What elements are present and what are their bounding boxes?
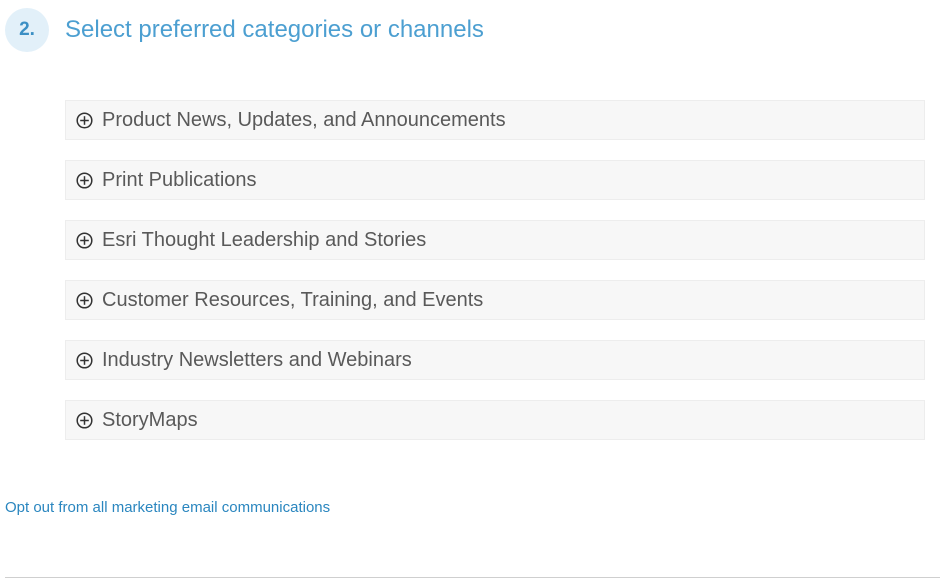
- category-label: Customer Resources, Training, and Events: [102, 288, 484, 311]
- opt-out-link[interactable]: Opt out from all marketing email communi…: [5, 499, 330, 516]
- step-header: 2. Select preferred categories or channe…: [5, 8, 484, 52]
- category-label: Esri Thought Leadership and Stories: [102, 228, 427, 251]
- category-accordion: Product News, Updates, and Announcements…: [65, 100, 925, 460]
- category-item-thought-leadership[interactable]: Esri Thought Leadership and Stories: [65, 220, 925, 260]
- plus-circle-icon: [76, 411, 93, 429]
- category-label: Product News, Updates, and Announcements: [102, 108, 506, 131]
- plus-circle-icon: [76, 291, 93, 309]
- category-item-customer-resources[interactable]: Customer Resources, Training, and Events: [65, 280, 925, 320]
- step-title: Select preferred categories or channels: [65, 16, 484, 43]
- category-label: Print Publications: [102, 168, 257, 191]
- category-item-storymaps[interactable]: StoryMaps: [65, 400, 925, 440]
- plus-circle-icon: [76, 231, 93, 249]
- category-item-print-publications[interactable]: Print Publications: [65, 160, 925, 200]
- category-item-industry-newsletters[interactable]: Industry Newsletters and Webinars: [65, 340, 925, 380]
- divider: [5, 577, 940, 578]
- plus-circle-icon: [76, 171, 93, 189]
- category-label: Industry Newsletters and Webinars: [102, 348, 412, 371]
- step-number-badge: 2.: [5, 8, 49, 52]
- preferences-page: 2. Select preferred categories or channe…: [0, 0, 948, 583]
- category-item-product-news[interactable]: Product News, Updates, and Announcements: [65, 100, 925, 140]
- category-label: StoryMaps: [102, 408, 198, 431]
- plus-circle-icon: [76, 351, 93, 369]
- plus-circle-icon: [76, 111, 93, 129]
